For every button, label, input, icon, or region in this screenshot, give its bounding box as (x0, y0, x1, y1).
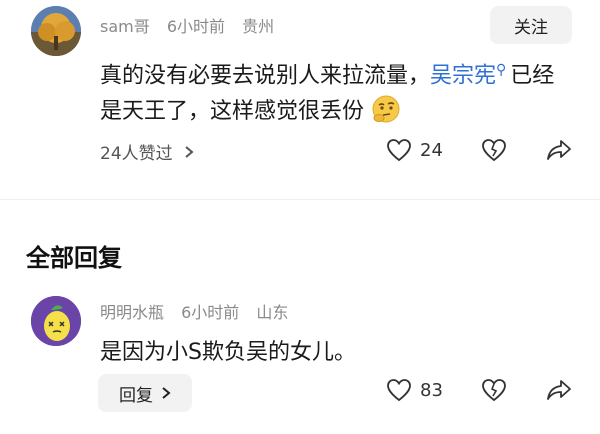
share-button[interactable] (546, 138, 572, 162)
share-icon (547, 380, 571, 400)
like-button[interactable]: 24 (386, 138, 443, 162)
like-count: 24 (420, 139, 443, 161)
reply-share-button[interactable] (546, 378, 572, 402)
comment-text: 真的没有必要去说别人来拉流量，吴宗宪⚲ 已经是天王了，这样感觉很丢份 (100, 52, 570, 130)
avatar-image (31, 6, 81, 56)
location: 贵州 (242, 17, 275, 36)
heart-icon (387, 139, 411, 162)
search-icon: ⚲ (496, 62, 507, 78)
reply-text: 是因为小S欺负吴的女儿。 (100, 340, 356, 365)
timestamp: 6小时前 (166, 17, 226, 36)
username[interactable]: sam哥 (100, 17, 150, 36)
likes-summary[interactable]: 24人赞过 (100, 139, 195, 164)
mention-link[interactable]: 吴宗宪 (430, 63, 496, 88)
chevron-right-icon (185, 145, 194, 158)
reply-button[interactable]: 回复 (98, 374, 192, 412)
reply-like-button[interactable]: 83 (386, 378, 443, 402)
heart-icon (387, 379, 411, 402)
reply-timestamp: 6小时前 (181, 303, 240, 322)
share-icon (547, 140, 571, 160)
dislike-button[interactable] (481, 138, 507, 162)
lemon-avatar-icon (31, 296, 81, 346)
reply-location: 山东 (256, 303, 289, 322)
reply-meta: 明明水瓶 6小时前 山东 (100, 299, 300, 323)
comment-text-before: 真的没有必要去说别人来拉流量， (100, 63, 431, 89)
comment-card: sam哥 6小时前 贵州 关注 真的没有必要去说别人来拉流量，吴宗宪⚲ 已经是天王… (0, 0, 600, 200)
broken-heart-icon (482, 379, 506, 402)
chevron-right-icon (162, 387, 171, 399)
comment-meta: sam哥 6小时前 贵州 (100, 13, 286, 37)
reply-avatar[interactable] (31, 296, 81, 346)
reply-username[interactable]: 明明水瓶 (100, 303, 164, 322)
avatar[interactable] (31, 6, 81, 56)
likes-summary-label: 24人赞过 (100, 144, 173, 164)
broken-heart-icon (482, 139, 506, 162)
follow-button[interactable]: 关注 (490, 6, 572, 44)
reply-dislike-button[interactable] (481, 378, 507, 402)
thinking-emoji-icon (372, 95, 400, 123)
reply-like-count: 83 (420, 379, 443, 401)
section-title: 全部回复 (26, 244, 122, 272)
reply-card: 明明水瓶 6小时前 山东 是因为小S欺负吴的女儿。 回复 83 (0, 290, 600, 434)
reply-button-label: 回复 (119, 385, 153, 406)
divider (0, 199, 600, 200)
